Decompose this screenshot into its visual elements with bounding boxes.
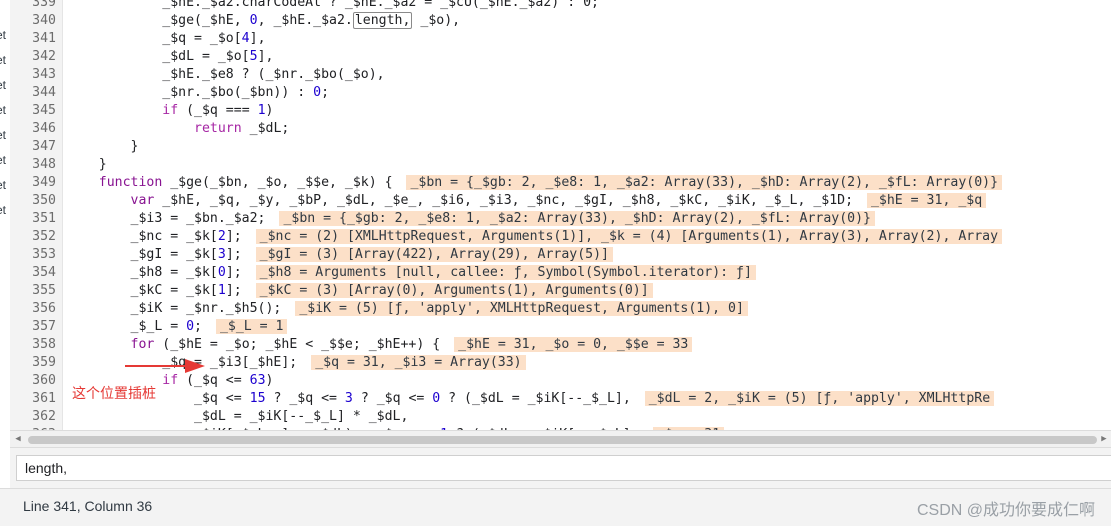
code-text: _$kC = _$k[1]; _$kC = (3) [Array(0), Arg… [67,282,653,300]
search-input[interactable] [16,455,1111,481]
line-number[interactable]: 359 [10,354,56,372]
line-number[interactable]: 358 [10,336,56,354]
line-number[interactable]: 353 [10,246,56,264]
line-number[interactable]: 347 [10,138,56,156]
code-text: _$ge(_$hE, 0, _$hE._$a2. length, _$o), [67,12,461,29]
code-text: var _$hE, _$q, _$y, _$bP, _$dL, _$e_, _$… [67,192,987,210]
left-strip-item: et [0,203,7,217]
code-text: _$dL = _$iK[--_$_L] * _$dL, [67,409,409,424]
code-line[interactable]: 347 } [10,138,1111,156]
line-number[interactable]: 345 [10,102,56,120]
code-text: _$i3 = _$bn._$a2; _$bn = {_$gb: 2, _$e8:… [67,210,875,228]
code-line[interactable]: 352 _$nc = _$k[2]; _$nc = (2) [XMLHttpRe… [10,228,1111,246]
code-line[interactable]: 354 _$h8 = _$k[0]; _$h8 = Arguments [nul… [10,264,1111,282]
code-line[interactable]: 348 } [10,156,1111,174]
line-number[interactable]: 341 [10,30,56,48]
code-line[interactable]: 362 _$dL = _$iK[--_$_L] * _$dL, [10,408,1111,426]
search-bar [10,447,1111,488]
left-strip-item: et [0,28,7,42]
code-line[interactable]: 345 if (_$q === 1) [10,102,1111,120]
line-number[interactable]: 339 [10,0,56,12]
code-line[interactable]: 340 _$ge(_$hE, 0, _$hE._$a2. length, _$o)… [10,12,1111,30]
line-number[interactable]: 350 [10,192,56,210]
code-line[interactable]: 350 var _$hE, _$q, _$y, _$bP, _$dL, _$e_… [10,192,1111,210]
scroll-left-icon[interactable]: ◀ [13,434,23,444]
code-text: _$iK = _$nr._$h5(); _$iK = (5) [ƒ, 'appl… [67,300,748,318]
line-number[interactable]: 360 [10,372,56,390]
left-strip-item: et [0,153,7,167]
left-panel-strip: et et et et et et et et [0,0,10,430]
code-line[interactable]: 356 _$iK = _$nr._$h5(); _$iK = (5) [ƒ, '… [10,300,1111,318]
line-number[interactable]: 342 [10,48,56,66]
code-text: _$q = _$o[4], [67,31,266,46]
left-strip-item: et [0,53,7,67]
code-text: _$_L = 0; _$_L = 1 [67,318,288,336]
status-bar: Line 341, Column 36 CSDN @成功你要成仁啊 [0,488,1111,526]
code-line[interactable]: 346 return _$dL; [10,120,1111,138]
code-text: _$hE._$e8 ? (_$nr._$bo(_$o), [67,67,385,82]
line-number[interactable]: 354 [10,264,56,282]
code-text: _$dL = _$o[5], [67,49,274,64]
cursor-position: Line 341, Column 36 [23,498,153,514]
left-strip-item: et [0,128,7,142]
watermark: CSDN @成功你要成仁啊 [916,502,1095,519]
code-line[interactable]: 349 function _$ge(_$bn, _$o, _$$e, _$k) … [10,174,1111,192]
code-line[interactable]: 353 _$gI = _$k[3]; _$gI = (3) [Array(422… [10,246,1111,264]
code-text: for (_$hE = _$o; _$hE < _$$e; _$hE++) { … [67,336,693,354]
code-text: _$h8 = _$k[0]; _$h8 = Arguments [null, c… [67,264,756,282]
scroll-right-icon[interactable]: ▶ [1099,434,1109,444]
line-number[interactable]: 340 [10,12,56,30]
line-number[interactable]: 361 [10,390,56,408]
code-text: } [67,139,139,154]
line-number[interactable]: 357 [10,318,56,336]
code-line[interactable]: 344 _$nr._$bo(_$bn)) : 0; [10,84,1111,102]
line-number[interactable]: 346 [10,120,56,138]
code-line[interactable]: 342 _$dL = _$o[5], [10,48,1111,66]
line-number[interactable]: 351 [10,210,56,228]
code-line[interactable]: 361 _$q <= 15 ? _$q <= 3 ? _$q <= 0 ? (_… [10,390,1111,408]
code-text: return _$dL; [194,121,290,136]
left-strip-item: et [0,78,7,92]
line-number[interactable]: 344 [10,84,56,102]
line-number[interactable]: 349 [10,174,56,192]
line-number[interactable]: 355 [10,282,56,300]
code-line[interactable]: 358 for (_$hE = _$o; _$hE < _$$e; _$hE++… [10,336,1111,354]
code-text: function _$ge(_$bn, _$o, _$$e, _$k) { _$… [67,174,1003,192]
annotation-note: 这个位置插桩 [72,386,156,402]
code-line[interactable]: 339 _$hE._$a2.charCodeAt ? _$hE._$a2 = _… [10,0,1111,12]
code-line[interactable]: 341 _$q = _$o[4], [10,30,1111,48]
code-text: _$nc = _$k[2]; _$nc = (2) [XMLHttpReques… [67,228,1003,246]
code-line[interactable]: 357 _$_L = 0; _$_L = 1 [10,318,1111,336]
code-line[interactable]: 343 _$hE._$e8 ? (_$nr._$bo(_$o), [10,66,1111,84]
code-text: } [67,157,107,172]
scrollbar-thumb[interactable] [28,436,1097,444]
line-number[interactable]: 348 [10,156,56,174]
line-number[interactable]: 356 [10,300,56,318]
left-strip-item: et [0,178,7,192]
red-arrow-icon [125,359,205,373]
code-text: _$gI = _$k[3]; _$gI = (3) [Array(422), A… [67,246,613,264]
line-number[interactable]: 362 [10,408,56,426]
code-text: _$nr._$bo(_$bn)) : 0; [67,85,330,100]
code-text: if (_$q === 1) [162,103,274,118]
code-line[interactable]: 355 _$kC = _$k[1]; _$kC = (3) [Array(0),… [10,282,1111,300]
horizontal-scrollbar[interactable]: ◀ ▶ [10,430,1111,447]
line-number[interactable]: 343 [10,66,56,84]
code-text: _$q <= 15 ? _$q <= 3 ? _$q <= 0 ? (_$dL … [67,390,995,408]
code-line[interactable]: 351 _$i3 = _$bn._$a2; _$bn = {_$gb: 2, _… [10,210,1111,228]
code-text: _$hE._$a2.charCodeAt ? _$hE._$a2 = _$cU(… [67,0,599,10]
line-number[interactable]: 352 [10,228,56,246]
left-strip-item: et [0,103,7,117]
